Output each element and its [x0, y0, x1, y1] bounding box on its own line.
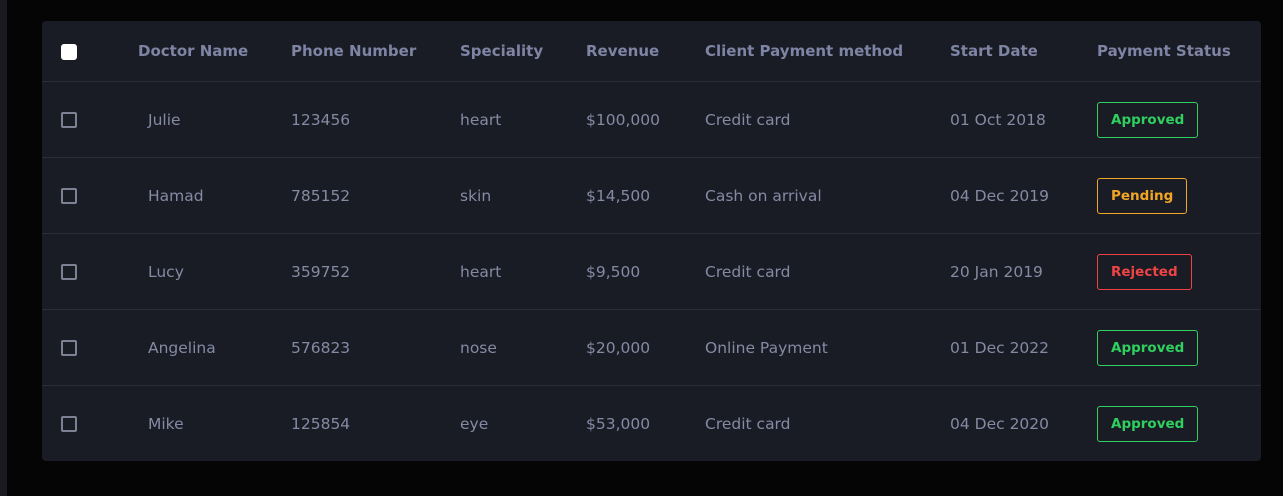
cell-phone: 125854	[291, 414, 351, 433]
cell-doctor-name: Julie	[138, 81, 291, 158]
cell-doctor-name: Mike	[148, 414, 184, 433]
row-checkbox[interactable]	[61, 112, 77, 128]
header-payment-method[interactable]: Client Payment method	[705, 21, 950, 82]
table-header: Doctor Name Phone Number Speciality Reve…	[42, 21, 1261, 82]
status-badge: Approved	[1097, 329, 1199, 366]
cell-revenue: $9,500	[586, 233, 705, 310]
cell-speciality: heart	[460, 233, 586, 310]
doctors-table-card: Doctor Name Phone Number Speciality Reve…	[42, 21, 1261, 461]
header-phone-number[interactable]: Phone Number	[291, 21, 460, 82]
header-row: Doctor Name Phone Number Speciality Reve…	[42, 21, 1261, 82]
cell-speciality: heart	[460, 81, 586, 158]
cell-payment-status: Approved	[1097, 309, 1261, 386]
cell-phone: 576823	[291, 309, 460, 386]
doctors-table: Doctor Name Phone Number Speciality Reve…	[42, 21, 1261, 461]
cell-speciality: eye	[460, 414, 489, 433]
cell-doctor-name: Hamad	[138, 157, 291, 234]
cell-phone: 785152	[291, 157, 460, 234]
cell-payment-status: Pending	[1097, 157, 1261, 234]
status-badge: Approved	[1097, 101, 1199, 138]
cell-start-date: 01 Oct 2018	[950, 81, 1097, 158]
row-checkbox[interactable]	[61, 340, 77, 356]
cell-doctor-name: Lucy	[138, 233, 291, 310]
row-checkbox[interactable]	[61, 188, 77, 204]
cell-start-date: 01 Dec 2022	[950, 309, 1097, 386]
table-body: Julie 123456 heart $100,000 Credit card …	[42, 81, 1261, 462]
table-row[interactable]: Mike 125854 eye $53,000 Credit card 04 D…	[42, 386, 1261, 462]
cell-phone: 123456	[291, 81, 460, 158]
cell-revenue: $53,000	[586, 414, 651, 433]
row-checkbox[interactable]	[61, 264, 77, 280]
cell-payment-method: Online Payment	[705, 309, 950, 386]
status-badge: Pending	[1097, 177, 1188, 214]
status-badge: Approved	[1097, 405, 1199, 442]
cell-payment-method: Cash on arrival	[705, 157, 950, 234]
cell-revenue: $20,000	[586, 309, 705, 386]
header-revenue[interactable]: Revenue	[586, 21, 705, 82]
cell-speciality: skin	[460, 157, 586, 234]
cell-start-date: 04 Dec 2019	[950, 157, 1097, 234]
cell-payment-status: Approved	[1097, 386, 1261, 462]
cell-payment-method: Credit card	[705, 414, 791, 433]
cell-payment-method: Credit card	[705, 233, 950, 310]
table-row[interactable]: Angelina 576823 nose $20,000 Online Paym…	[42, 309, 1261, 386]
header-doctor-name[interactable]: Doctor Name	[138, 21, 291, 82]
cell-payment-status: Rejected	[1097, 233, 1261, 310]
header-select-cell	[42, 21, 138, 82]
cell-speciality: nose	[460, 309, 586, 386]
table-row[interactable]: Lucy 359752 heart $9,500 Credit card 20 …	[42, 233, 1261, 310]
cell-payment-status: Approved	[1097, 81, 1261, 158]
status-badge: Rejected	[1097, 253, 1192, 290]
cell-phone: 359752	[291, 233, 460, 310]
cell-start-date: 20 Jan 2019	[950, 233, 1097, 310]
cell-doctor-name: Angelina	[138, 309, 291, 386]
cell-revenue: $14,500	[586, 157, 705, 234]
cell-payment-method: Credit card	[705, 81, 950, 158]
select-all-checkbox[interactable]	[61, 43, 77, 60]
cell-revenue: $100,000	[586, 81, 705, 158]
cell-start-date: 04 Dec 2020	[950, 414, 1050, 433]
table-row[interactable]: Hamad 785152 skin $14,500 Cash on arriva…	[42, 157, 1261, 234]
left-panel-edge	[0, 0, 7, 496]
row-checkbox[interactable]	[61, 416, 77, 432]
header-start-date[interactable]: Start Date	[950, 21, 1097, 82]
header-payment-status[interactable]: Payment Status	[1097, 21, 1261, 82]
table-row[interactable]: Julie 123456 heart $100,000 Credit card …	[42, 81, 1261, 158]
header-speciality[interactable]: Speciality	[460, 21, 586, 82]
